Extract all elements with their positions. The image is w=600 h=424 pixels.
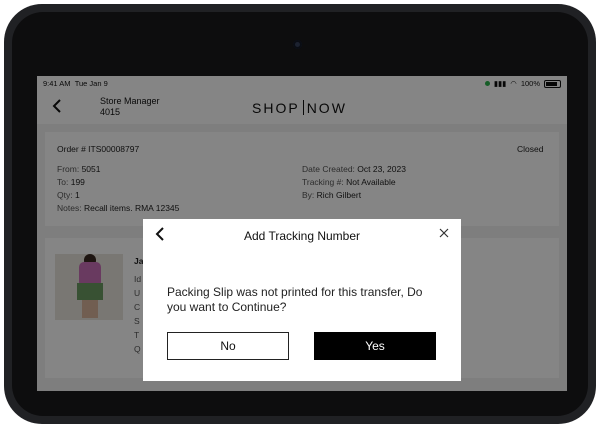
front-camera bbox=[293, 40, 302, 49]
add-tracking-dialog: Add Tracking Number Packing Slip was not… bbox=[143, 219, 461, 381]
close-icon bbox=[439, 228, 449, 238]
dialog-title: Add Tracking Number bbox=[243, 229, 361, 243]
close-button[interactable] bbox=[439, 227, 449, 241]
screen: 9:41 AM Tue Jan 9 ▮▮▮ ◠ 100% Store Manag… bbox=[37, 76, 567, 391]
yes-button[interactable]: Yes bbox=[314, 332, 436, 360]
no-button[interactable]: No bbox=[167, 332, 289, 360]
dialog-message: Packing Slip was not printed for this tr… bbox=[167, 285, 423, 314]
